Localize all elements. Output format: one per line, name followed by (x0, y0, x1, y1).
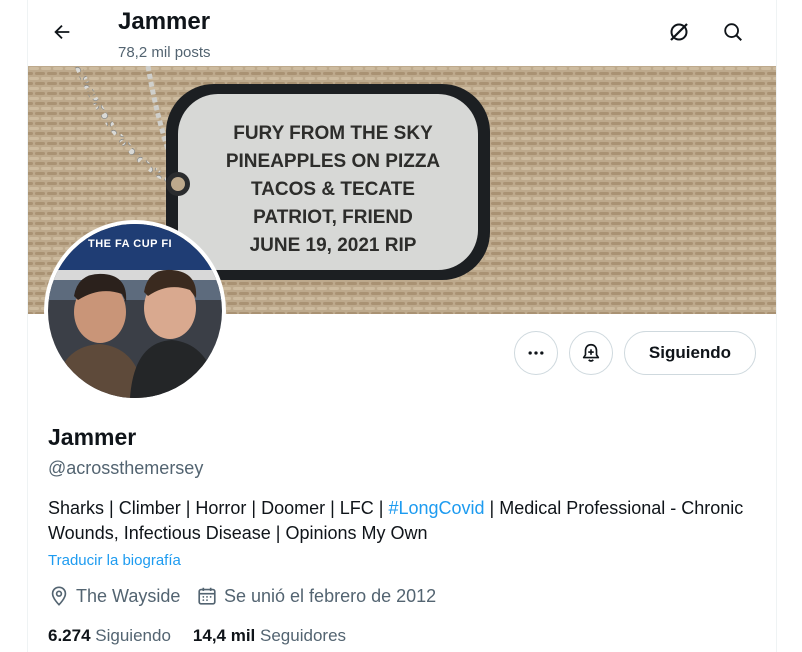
tag-line: PINEAPPLES ON PIZZA (225, 151, 441, 172)
more-icon (528, 351, 544, 355)
join-date: Se unió el febrero de 2012 (196, 585, 436, 607)
column-border-right (776, 0, 777, 652)
tag-line: PATRIOT, FRIEND (253, 207, 413, 228)
join-date-text: Se unió el febrero de 2012 (224, 585, 437, 606)
bio-text: Sharks | Climber | Horror | Doomer | LFC… (48, 498, 389, 518)
avatar-banner-text: THE FA CUP FI (88, 238, 173, 250)
profile-name: Jammer (48, 424, 137, 450)
hashtag-link[interactable]: #LongCovid (388, 498, 484, 518)
location-pin-icon (51, 586, 67, 606)
grok-icon (670, 23, 688, 41)
location: The Wayside (48, 585, 180, 607)
profile-bio: Sharks | Climber | Horror | Doomer | LFC… (48, 496, 748, 546)
location-text: The Wayside (76, 585, 181, 606)
back-arrow-icon (54, 24, 70, 40)
grok-button[interactable] (661, 14, 697, 50)
calendar-icon (198, 587, 216, 605)
dog-tag-inscription: FURY FROM THE SKY PINEAPPLES ON PIZZA TA… (198, 120, 468, 260)
followers-label: Seguidores (260, 626, 347, 645)
profile-handle: @acrossthemersey (48, 458, 204, 478)
back-button[interactable] (44, 14, 80, 50)
avatar[interactable]: THE FA CUP FI (48, 224, 222, 398)
translate-bio-link[interactable]: Traducir la biografía (48, 552, 181, 569)
tag-line: TACOS & TECATE (251, 179, 415, 200)
search-button[interactable] (715, 14, 751, 50)
avatar-photo (48, 224, 222, 398)
posts-count: 78,2 mil posts (118, 44, 211, 61)
following-count: 6.274 (48, 626, 91, 645)
follow-stats: 6.274 Siguiendo 14,4 mil Seguidores (48, 626, 368, 646)
tag-line: FURY FROM THE SKY (233, 123, 433, 144)
page-title: Jammer (118, 8, 211, 35)
more-options-button[interactable] (514, 331, 558, 375)
search-icon (724, 23, 742, 41)
followers-count: 14,4 mil (192, 626, 256, 645)
notifications-button[interactable] (569, 331, 613, 375)
following-count-link[interactable]: 6.274 Siguiendo (48, 626, 171, 645)
following-label: Siguiendo (95, 626, 171, 645)
followers-count-link[interactable]: 14,4 mil Seguidores (193, 626, 346, 645)
notification-bell-icon (582, 343, 600, 362)
following-button[interactable]: Siguiendo (624, 331, 756, 375)
tag-line: JUNE 19, 2021 RIP (249, 235, 417, 256)
